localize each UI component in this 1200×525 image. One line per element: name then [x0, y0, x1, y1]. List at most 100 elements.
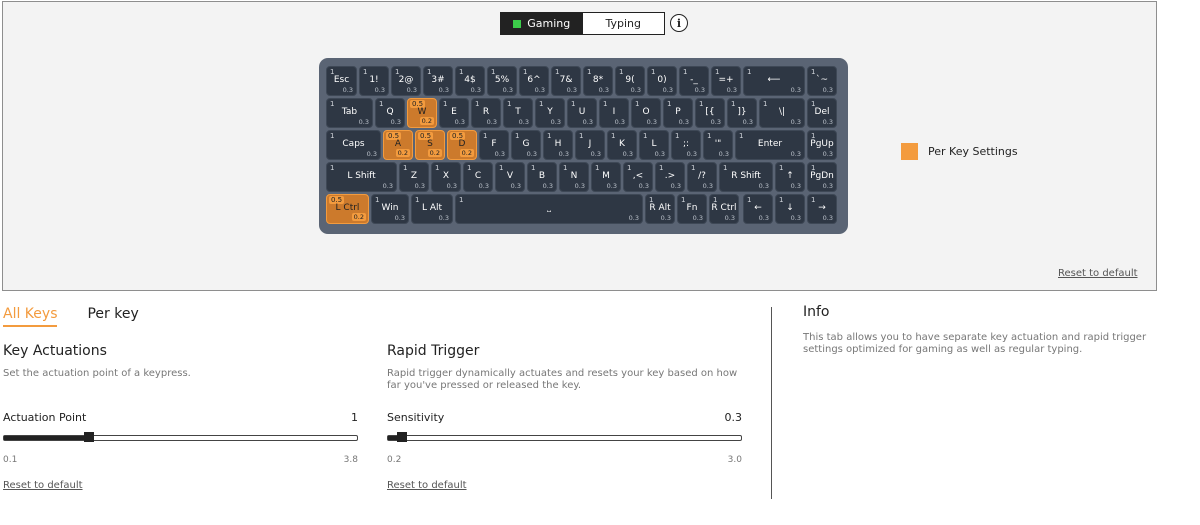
- key-actuations-section: Key Actuations Set the actuation point o…: [3, 343, 358, 491]
- key[interactable]: 1 Z 0.3: [399, 162, 429, 192]
- active-indicator-icon: [513, 19, 522, 28]
- key[interactable]: 1 R 0.3: [471, 98, 501, 128]
- arrow-down-key[interactable]: 1 ↓ 0.3: [775, 194, 805, 224]
- key[interactable]: 1 PgDn 0.3: [807, 162, 837, 192]
- arrow-up-key[interactable]: 1 ↑ 0.3: [775, 162, 805, 192]
- rapid-trigger-desc: Rapid trigger dynamically actuates and r…: [387, 368, 738, 391]
- key[interactable]: 1 U 0.3: [567, 98, 597, 128]
- key[interactable]: 1 G 0.3: [511, 130, 541, 160]
- keyboard-panel: Gaming Typing i 1 Esc 0.3 1 1! 0.3 1 2@ 0.3 13…: [2, 1, 1157, 291]
- key-highlighted[interactable]: 0.5 D 0.2: [447, 130, 477, 160]
- actuation-label-row: Actuation Point 1: [3, 411, 358, 424]
- key[interactable]: 1 J 0.3: [575, 130, 605, 160]
- key[interactable]: 1 V 0.3: [495, 162, 525, 192]
- key[interactable]: 1 H 0.3: [543, 130, 573, 160]
- key[interactable]: 1 F 0.3: [479, 130, 509, 160]
- key[interactable]: 1 Win 0.3: [371, 194, 409, 224]
- sensitivity-min: 0.2: [387, 455, 402, 465]
- key[interactable]: 1 5% 0.3: [487, 66, 517, 96]
- key[interactable]: 1L Shift 0.3: [326, 162, 397, 192]
- key[interactable]: 1 4$ 0.3: [455, 66, 485, 96]
- rapid-trigger-title: Rapid Trigger: [387, 343, 480, 359]
- key-highlighted[interactable]: 0.5 L Ctrl 0.2: [326, 194, 369, 224]
- key[interactable]: 1 =+ 0.3: [711, 66, 741, 96]
- tab-all-keys[interactable]: All Keys: [3, 306, 58, 327]
- sensitivity-range: 0.2 3.0: [387, 455, 742, 465]
- key-highlighted[interactable]: 0.5 W 0.2: [407, 98, 437, 128]
- rapid-trigger-section: Rapid Trigger Rapid trigger dynamically …: [387, 343, 742, 491]
- key[interactable]: 1 K 0.3: [607, 130, 637, 160]
- key[interactable]: 1 9(0.3: [615, 66, 645, 96]
- keyboard: 1 Esc 0.3 1 1! 0.3 1 2@ 0.3 1 3# 0.3 1 4$ 0.3 1 5% 0…: [319, 58, 848, 234]
- key[interactable]: 1 PgUp 0.3: [807, 130, 837, 160]
- key[interactable]: 1 3# 0.3: [423, 66, 453, 96]
- backspace-key[interactable]: 1 ⟵ 0.3: [743, 66, 805, 96]
- actuation-min: 0.1: [3, 455, 18, 465]
- key[interactable]: 1 L 0.3: [639, 130, 669, 160]
- info-panel: Info This tab allows you to have separat…: [803, 304, 1163, 356]
- key[interactable]: 1 `~ 0.3: [807, 66, 837, 96]
- key[interactable]: 1 X 0.3: [431, 162, 461, 192]
- slider-thumb[interactable]: [83, 432, 94, 442]
- key[interactable]: 1 M 0.3: [591, 162, 621, 192]
- divider: [771, 307, 772, 499]
- key[interactable]: 1 C 0.3: [463, 162, 493, 192]
- key[interactable]: 1 T 0.3: [503, 98, 533, 128]
- key[interactable]: 1 O 0.3: [631, 98, 661, 128]
- tab-per-key[interactable]: Per key: [87, 306, 138, 327]
- key[interactable]: 1 N 0.3: [559, 162, 589, 192]
- actuation-max: 3.8: [343, 455, 358, 465]
- key[interactable]: 1 \| 0.3: [759, 98, 805, 128]
- arrow-left-key[interactable]: 1 ← 0.3: [743, 194, 773, 224]
- key[interactable]: 1 I 0.3: [599, 98, 629, 128]
- key[interactable]: 1 Del 0.3: [807, 98, 837, 128]
- reset-keyboard-link[interactable]: Reset to default: [1058, 268, 1138, 279]
- sensitivity-slider[interactable]: [387, 432, 742, 442]
- key[interactable]: 1L Alt 0.3: [411, 194, 453, 224]
- settings-tabs: All Keys Per key: [3, 306, 169, 327]
- key[interactable]: 1R Shift 0.3: [719, 162, 773, 192]
- key[interactable]: 1 Tab 0.3: [326, 98, 373, 128]
- key[interactable]: 1 6^ 0.3: [519, 66, 549, 96]
- actuation-point-slider[interactable]: [3, 432, 358, 442]
- key[interactable]: 1 P 0.3: [663, 98, 693, 128]
- key-highlighted[interactable]: 0.5 A 0.2: [383, 130, 413, 160]
- typing-mode-button[interactable]: Typing: [583, 13, 665, 34]
- key[interactable]: 1 B 0.3: [527, 162, 557, 192]
- key-highlighted[interactable]: 0.5 S 0.2: [415, 130, 445, 160]
- key[interactable]: 1 -_ 0.3: [679, 66, 709, 96]
- key[interactable]: 1/? 0.3: [687, 162, 717, 192]
- sensitivity-max: 3.0: [727, 455, 742, 465]
- key[interactable]: 1]} 0.3: [727, 98, 757, 128]
- actuation-point-label: Actuation Point: [3, 411, 87, 424]
- key[interactable]: 1 Esc 0.3: [326, 66, 357, 96]
- key[interactable]: 1 Fn 0.3: [677, 194, 707, 224]
- slider-fill: [4, 436, 89, 440]
- key[interactable]: 1 '" 0.3: [703, 130, 733, 160]
- key[interactable]: 1R Alt 0.3: [645, 194, 675, 224]
- key[interactable]: 1 2@ 0.3: [391, 66, 421, 96]
- key[interactable]: 1 .> 0.3: [655, 162, 685, 192]
- arrow-right-key[interactable]: 1 → 0.3: [807, 194, 837, 224]
- key[interactable]: 1 8* 0.3: [583, 66, 613, 96]
- key[interactable]: 1 Y 0.3: [535, 98, 565, 128]
- key[interactable]: 1 0) 0.3: [647, 66, 677, 96]
- reset-actuation-link[interactable]: Reset to default: [3, 480, 83, 491]
- reset-sensitivity-link[interactable]: Reset to default: [387, 480, 467, 491]
- spacebar-key[interactable]: 1 ⎵ 0.3: [455, 194, 643, 224]
- key[interactable]: 1 ,< 0.3: [623, 162, 653, 192]
- key[interactable]: 1 1! 0.3: [359, 66, 389, 96]
- enter-key[interactable]: 1 Enter 0.3: [735, 130, 805, 160]
- legend-swatch: [901, 143, 918, 160]
- key[interactable]: 1[{0.3: [695, 98, 725, 128]
- legend-label: Per Key Settings: [928, 145, 1018, 158]
- key[interactable]: 1;: 0.3: [671, 130, 701, 160]
- key[interactable]: 1 E 0.3: [439, 98, 469, 128]
- info-icon[interactable]: i: [670, 14, 688, 32]
- gaming-mode-button[interactable]: Gaming: [501, 13, 583, 34]
- key[interactable]: 1 7& 0.3: [551, 66, 581, 96]
- key[interactable]: 1 Caps 0.3: [326, 130, 381, 160]
- key[interactable]: 1R Ctrl 0.3: [709, 194, 739, 224]
- key[interactable]: 1 Q 0.3: [375, 98, 405, 128]
- slider-thumb[interactable]: [397, 432, 408, 442]
